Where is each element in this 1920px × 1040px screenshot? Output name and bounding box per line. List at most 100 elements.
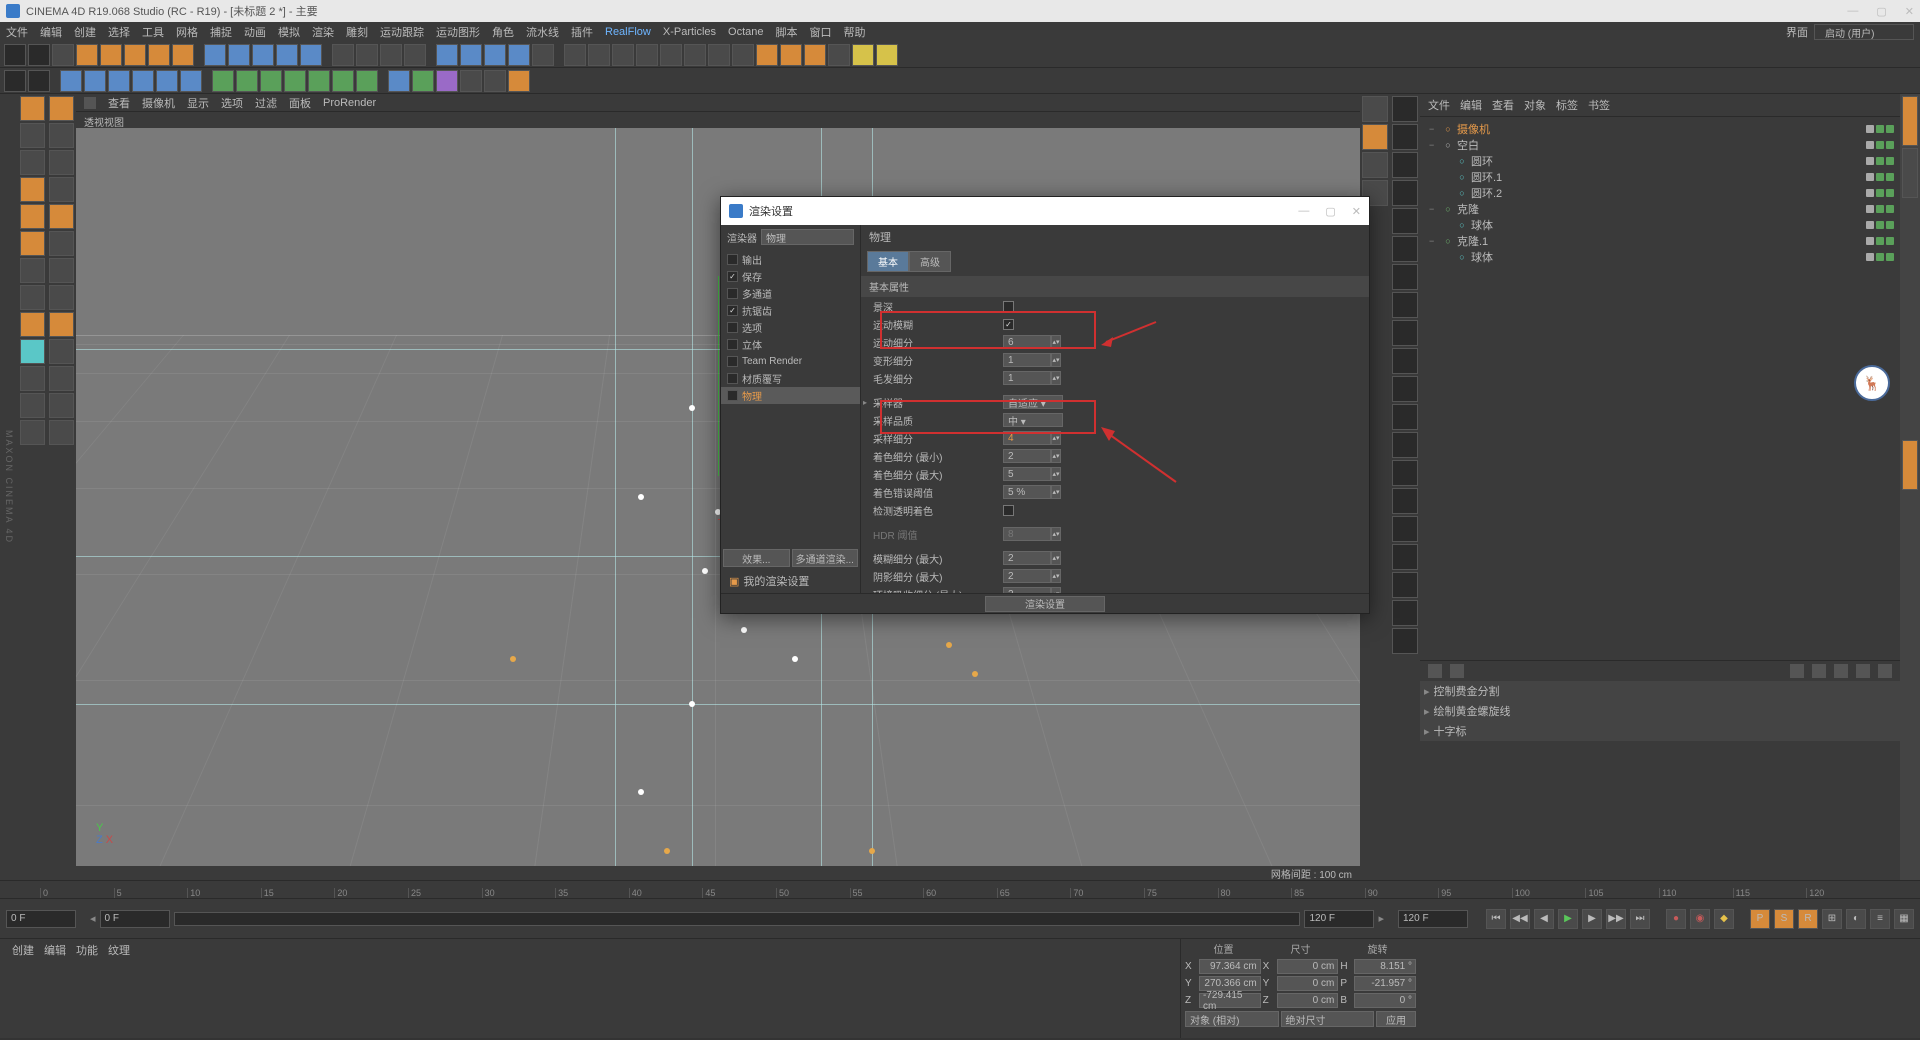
apply-button[interactable]: 应用 — [1376, 1011, 1416, 1027]
toolbar1-btn-22[interactable] — [484, 44, 506, 66]
mode-icon[interactable] — [1428, 664, 1442, 678]
render-item-5[interactable]: 立体 — [721, 336, 860, 353]
dialog-footer-button[interactable]: 渲染设置 — [985, 596, 1105, 612]
left-tool-b-4[interactable] — [49, 204, 74, 229]
menu-流水线[interactable]: 流水线 — [526, 24, 559, 40]
menu-网格[interactable]: 网格 — [176, 24, 198, 40]
attr-section-0[interactable]: ▸控制费金分割 — [1420, 681, 1900, 701]
om-menu-文件[interactable]: 文件 — [1428, 97, 1450, 113]
toolbar2-btn-0[interactable] — [4, 70, 26, 92]
mat-slot-1[interactable] — [1392, 124, 1418, 150]
toolbar2-btn-3[interactable] — [60, 70, 82, 92]
toolbar2-btn-11[interactable] — [236, 70, 258, 92]
goto-start-button[interactable]: ⏮ — [1486, 909, 1506, 929]
toolbar2-btn-22[interactable] — [484, 70, 506, 92]
toolbar1-btn-6[interactable] — [148, 44, 170, 66]
menu-角色[interactable]: 角色 — [492, 24, 514, 40]
toolbar2-btn-14[interactable] — [308, 70, 330, 92]
key-p-button[interactable]: P — [1750, 909, 1770, 929]
menu-运动跟踪[interactable]: 运动跟踪 — [380, 24, 424, 40]
toolbar2-btn-12[interactable] — [260, 70, 282, 92]
attr-section-1[interactable]: ▸绘制黄金螺旋线 — [1420, 701, 1900, 721]
coord-mode-1[interactable]: 对象 (相对) — [1185, 1011, 1279, 1027]
left-tool-a-11[interactable] — [20, 393, 45, 418]
vp-menu-摄像机[interactable]: 摄像机 — [142, 95, 175, 111]
left-tool-b-12[interactable] — [49, 420, 74, 445]
menu-窗口[interactable]: 窗口 — [810, 24, 832, 40]
vp-menu-选项[interactable]: 选项 — [221, 95, 243, 111]
menu-RealFlow[interactable]: RealFlow — [605, 26, 651, 38]
toolbar2-btn-5[interactable] — [108, 70, 130, 92]
left-tool-a-4[interactable] — [20, 204, 45, 229]
autokey-button[interactable]: ◉ — [1690, 909, 1710, 929]
key-pla-button[interactable]: ◐ — [1846, 909, 1866, 929]
toolbar1-btn-36[interactable] — [804, 44, 826, 66]
left-tool-a-2[interactable] — [20, 150, 45, 175]
frame-start[interactable]: 0 F — [6, 910, 76, 928]
next-frame-button[interactable]: ▶ — [1582, 909, 1602, 929]
render-item-1[interactable]: 保存 — [721, 268, 860, 285]
left-tool-a-3[interactable] — [20, 177, 45, 202]
key-r-button[interactable]: R — [1798, 909, 1818, 929]
toolbar1-btn-35[interactable] — [780, 44, 802, 66]
attr-section-2[interactable]: ▸十字标 — [1420, 721, 1900, 741]
tree-item-5[interactable]: −○克隆 — [1426, 201, 1894, 217]
mat-slot-19[interactable] — [1392, 628, 1418, 654]
left-tool-a-9[interactable] — [20, 339, 45, 364]
dialog-maximize[interactable]: ▢ — [1325, 205, 1335, 218]
home-icon[interactable] — [1834, 664, 1848, 678]
toolbar1-btn-12[interactable] — [276, 44, 298, 66]
toolbar1-btn-3[interactable] — [76, 44, 98, 66]
mat-slot-4[interactable] — [1392, 208, 1418, 234]
render-item-6[interactable]: Team Render — [721, 353, 860, 370]
mat-slot-12[interactable] — [1392, 432, 1418, 458]
left-tool-b-9[interactable] — [49, 339, 74, 364]
frame-end[interactable]: 120 F — [1398, 910, 1468, 928]
toolbar2-btn-18[interactable] — [388, 70, 410, 92]
key-param-button[interactable]: ⊞ — [1822, 909, 1842, 929]
left-tool-b-8[interactable] — [49, 312, 74, 337]
toolbar1-btn-15[interactable] — [332, 44, 354, 66]
dope-button[interactable]: ▦ — [1894, 909, 1914, 929]
om-menu-书签[interactable]: 书签 — [1588, 97, 1610, 113]
mat-slot-11[interactable] — [1392, 404, 1418, 430]
minimize-button[interactable]: — — [1847, 5, 1858, 18]
toolbar1-btn-29[interactable] — [636, 44, 658, 66]
prev-key-button[interactable]: ◀◀ — [1510, 909, 1530, 929]
frame-mid[interactable]: 120 F — [1304, 910, 1374, 928]
left-tool-a-1[interactable] — [20, 123, 45, 148]
tree-item-6[interactable]: ○球体 — [1426, 217, 1894, 233]
toolbar1-btn-18[interactable] — [404, 44, 426, 66]
menu-模拟[interactable]: 模拟 — [278, 24, 300, 40]
toolbar1-btn-34[interactable] — [756, 44, 778, 66]
toolbar2-btn-6[interactable] — [132, 70, 154, 92]
left-tool-b-2[interactable] — [49, 150, 74, 175]
tab-layer[interactable] — [1902, 148, 1918, 198]
toolbar2-btn-8[interactable] — [180, 70, 202, 92]
toolbar1-btn-13[interactable] — [300, 44, 322, 66]
frame-current[interactable]: 0 F — [100, 910, 170, 928]
mat-slot-3[interactable] — [1392, 180, 1418, 206]
multipass-button[interactable]: 多通道渲染... — [792, 549, 859, 567]
toolbar1-btn-24[interactable] — [532, 44, 554, 66]
om-menu-标签[interactable]: 标签 — [1556, 97, 1578, 113]
left-tool-b-11[interactable] — [49, 393, 74, 418]
search-icon[interactable] — [1856, 664, 1870, 678]
toolbar2-btn-23[interactable] — [508, 70, 530, 92]
left-tool-b-0[interactable] — [49, 96, 74, 121]
toolbar1-btn-32[interactable] — [708, 44, 730, 66]
toolbar1-btn-2[interactable] — [52, 44, 74, 66]
left-tool-a-7[interactable] — [20, 285, 45, 310]
toolbar2-btn-10[interactable] — [212, 70, 234, 92]
layout-select[interactable]: 启动 (用户) — [1814, 24, 1914, 40]
toolbar2-btn-20[interactable] — [436, 70, 458, 92]
toolbar1-btn-4[interactable] — [100, 44, 122, 66]
left-tool-b-10[interactable] — [49, 366, 74, 391]
om-menu-查看[interactable]: 查看 — [1492, 97, 1514, 113]
fcurve-button[interactable]: ≡ — [1870, 909, 1890, 929]
menu-文件[interactable]: 文件 — [6, 24, 28, 40]
render-item-8[interactable]: 物理 — [721, 387, 860, 404]
toolbar1-btn-20[interactable] — [436, 44, 458, 66]
menu-X-Particles[interactable]: X-Particles — [663, 26, 716, 38]
toolbar1-btn-39[interactable] — [876, 44, 898, 66]
